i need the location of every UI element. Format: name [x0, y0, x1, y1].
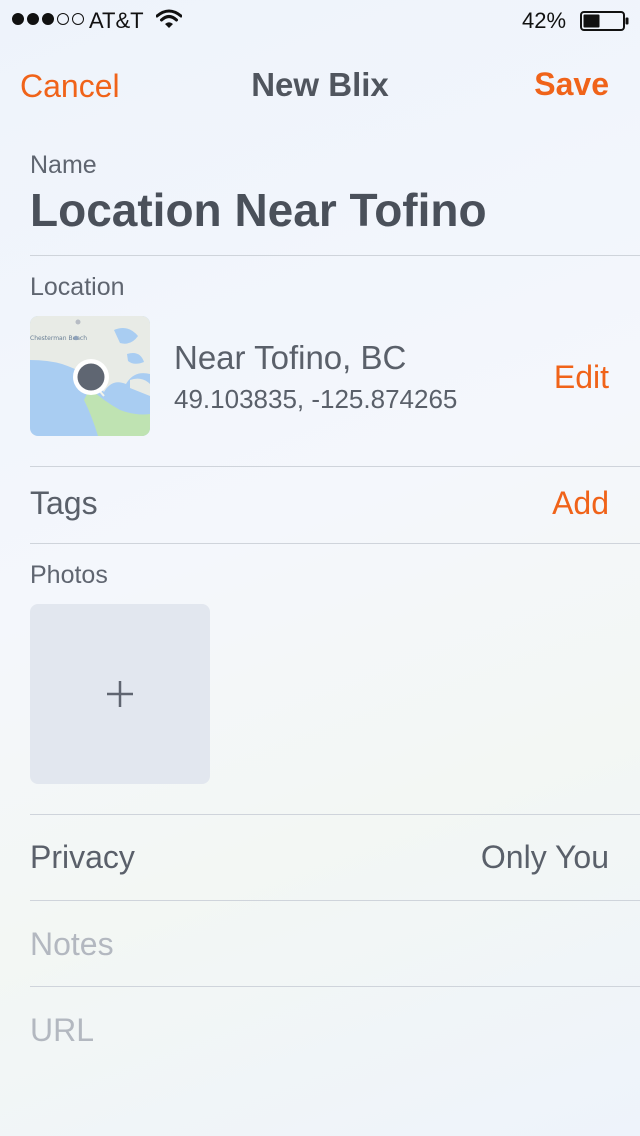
signal-dot	[27, 13, 39, 25]
signal-strength-icon	[12, 13, 84, 25]
divider	[30, 543, 640, 544]
carrier-name: AT&T	[89, 8, 144, 33]
divider	[30, 986, 640, 987]
signal-dot	[57, 13, 69, 25]
save-button[interactable]: Save	[534, 66, 609, 103]
map-pin-icon	[73, 359, 109, 395]
name-field[interactable]: Location Near Tofino	[30, 183, 487, 237]
add-photo-button[interactable]	[30, 604, 210, 784]
signal-dot	[72, 13, 84, 25]
tags-label: Tags	[30, 485, 98, 521]
divider	[30, 255, 640, 256]
photos-label: Photos	[30, 561, 108, 589]
privacy-value: Only You	[480, 839, 609, 875]
location-label: Location	[30, 273, 125, 301]
battery-percent: 42%	[522, 8, 567, 33]
add-tag-button[interactable]: Add	[552, 485, 609, 522]
signal-dot	[42, 13, 54, 25]
location-coordinates: 49.103835, -125.874265	[174, 384, 458, 414]
navigation-bar: Cancel New Blix Save	[0, 60, 640, 116]
signal-dot	[12, 13, 24, 25]
location-map-thumbnail[interactable]: Chesterman Beach	[30, 316, 150, 436]
divider	[30, 814, 640, 815]
wifi-icon	[155, 9, 183, 34]
divider	[30, 466, 640, 467]
edit-location-button[interactable]: Edit	[554, 359, 609, 396]
divider	[30, 900, 640, 901]
cancel-button[interactable]: Cancel	[20, 68, 120, 105]
battery-icon	[580, 11, 630, 36]
plus-icon	[107, 681, 133, 707]
status-bar: AT&T 42%	[0, 0, 640, 40]
name-label: Name	[30, 151, 97, 179]
location-name: Near Tofino, BC	[174, 339, 407, 376]
map-place-label: Chesterman Beach	[30, 335, 87, 342]
notes-field[interactable]: Notes	[30, 926, 114, 963]
privacy-label: Privacy	[30, 839, 135, 875]
url-field[interactable]: URL	[30, 1012, 94, 1049]
